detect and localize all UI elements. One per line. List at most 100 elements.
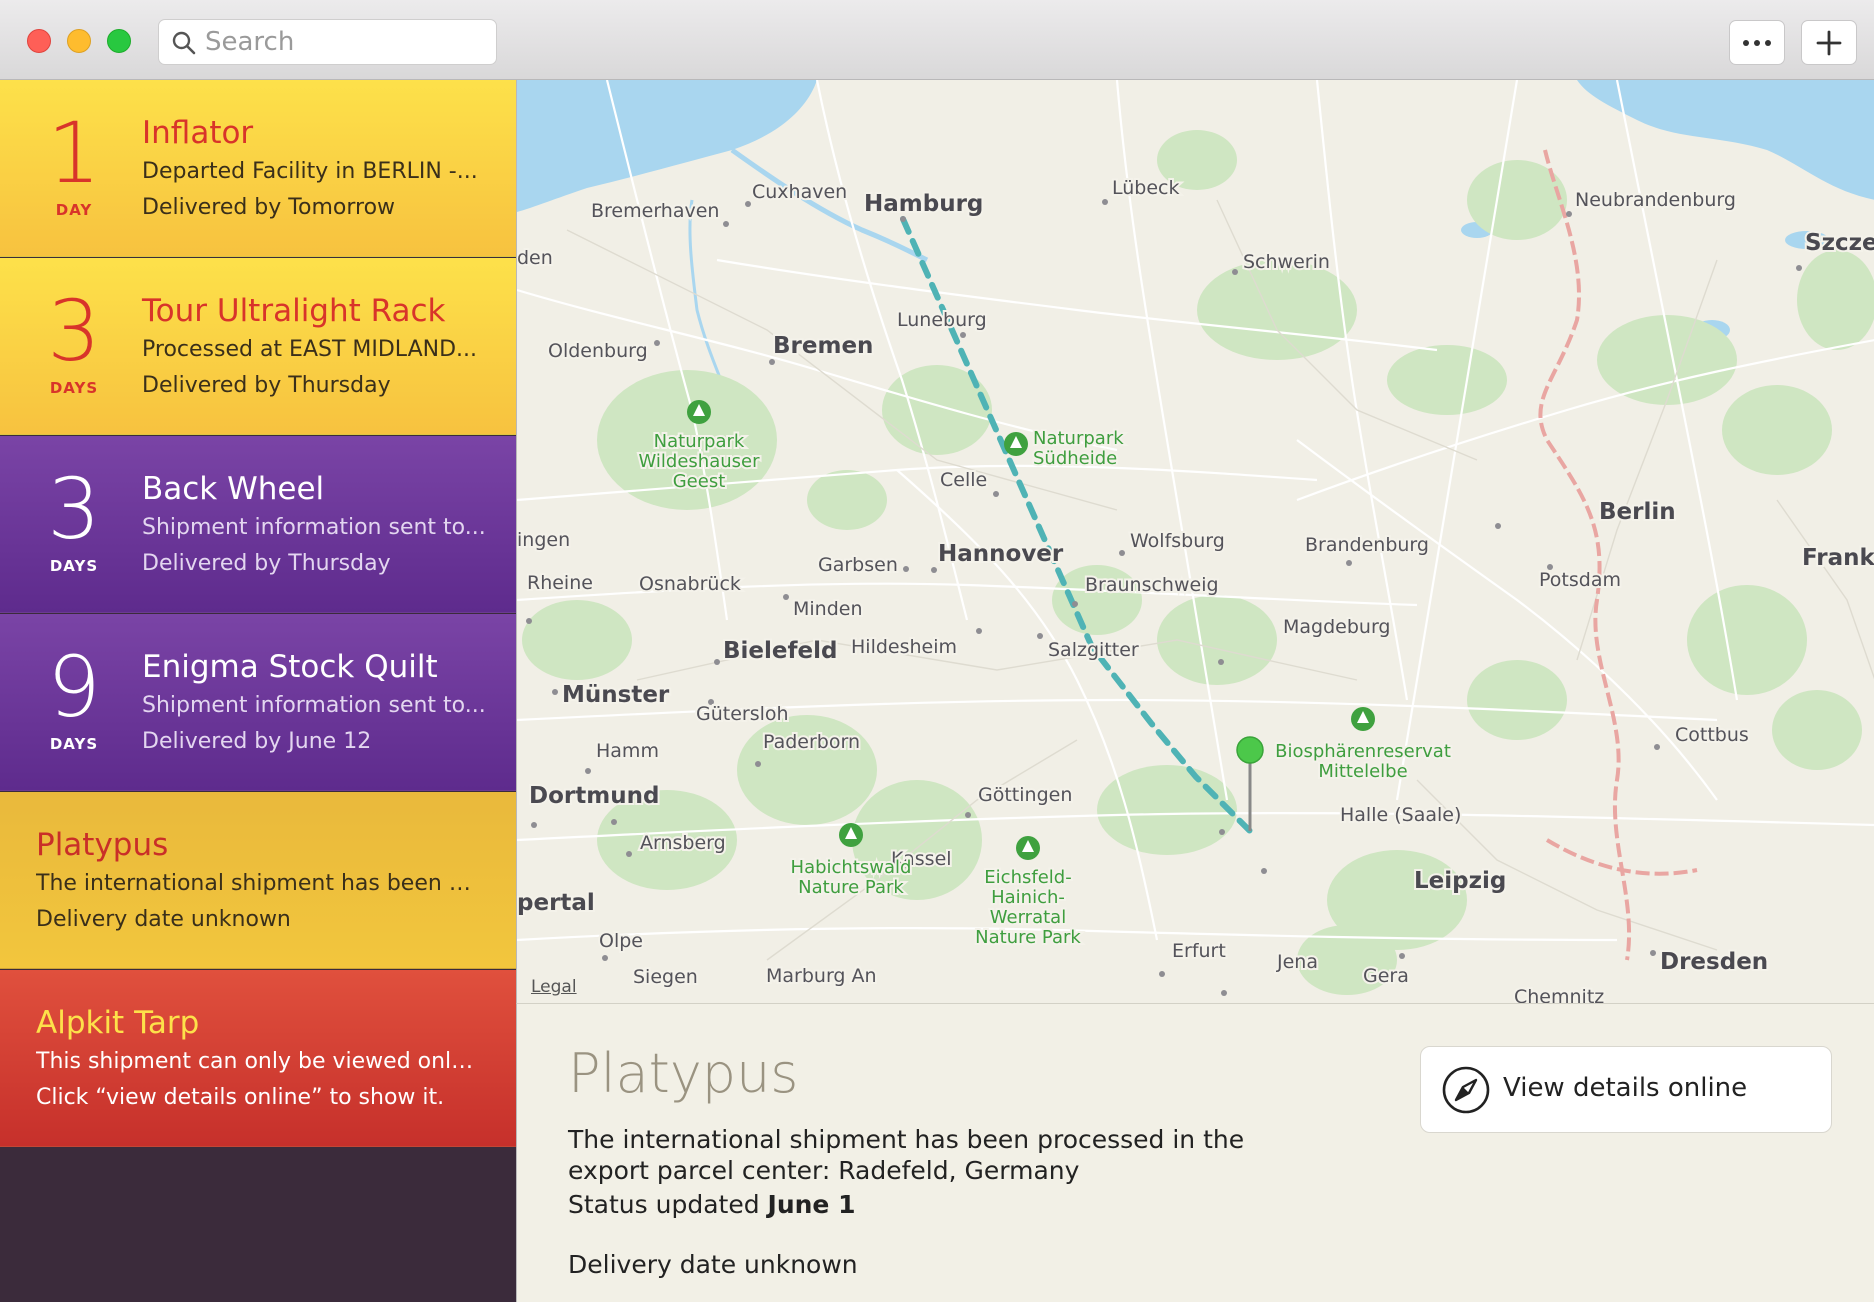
city-label: Hannover: [938, 541, 1064, 567]
city-label: ingen: [517, 529, 570, 551]
delivery-title: Inflator: [142, 115, 254, 151]
park-label: Wildeshauser: [639, 451, 761, 472]
view-details-label: View details online: [1503, 1073, 1748, 1103]
forest-areas: [522, 130, 1874, 995]
delivery-list: 1 DAY Inflator Departed Facility in BERL…: [0, 80, 516, 1302]
city-label: Olpe: [599, 930, 643, 952]
map-legal-link[interactable]: Legal: [531, 977, 577, 997]
city-label: Schwerin: [1243, 251, 1330, 273]
delivery-estimate: Delivered by Thursday: [142, 371, 492, 401]
title-bar: [0, 0, 1874, 80]
delivery-status: Shipment information sent to...: [142, 515, 486, 540]
delivery-title: Enigma Stock Quilt: [142, 649, 438, 685]
map-canvas[interactable]: Cuxhaven Lübeck Hamburg Schwerin Bremerh…: [517, 80, 1874, 1003]
city-label: Göttingen: [978, 784, 1072, 806]
city-label: Szcze: [1805, 230, 1874, 256]
park-label: Eichsfeld-: [984, 867, 1071, 888]
city-dots: [526, 199, 1802, 996]
close-window-button[interactable]: [27, 29, 51, 53]
city-label: Lübeck: [1112, 177, 1180, 199]
delivery-estimate: Delivery date unknown: [36, 907, 291, 932]
delivery-detail-pane: Platypus The international shipment has …: [516, 1003, 1874, 1302]
search-icon: [172, 31, 196, 55]
compass-icon: [1442, 1066, 1490, 1114]
detail-status-updated: Status updated June 1: [568, 1190, 855, 1219]
detail-status: The international shipment has been proc…: [568, 1125, 1245, 1185]
delivery-title: Tour Ultralight Rack: [142, 293, 446, 329]
days-unit: DAYS: [49, 557, 99, 575]
add-delivery-button[interactable]: [1801, 20, 1857, 65]
delivery-item-inflator[interactable]: 1 DAY Inflator Departed Facility in BERL…: [0, 80, 516, 257]
city-label: Cuxhaven: [752, 181, 847, 203]
route-map[interactable]: Cuxhaven Lübeck Hamburg Schwerin Bremerh…: [516, 80, 1874, 1003]
minimize-window-button[interactable]: [67, 29, 91, 53]
city-label: Hamm: [596, 740, 659, 762]
city-label: den: [517, 247, 553, 269]
days-remaining: 3 DAYS: [0, 258, 148, 435]
days-count: 9: [47, 638, 101, 736]
city-label: Bremerhaven: [591, 200, 719, 222]
city-label: Wolfsburg: [1130, 530, 1225, 552]
delivery-item-platypus[interactable]: Platypus The international shipment has …: [0, 792, 516, 969]
city-label: Luneburg: [897, 309, 987, 331]
delivery-item-enigma-stock-quilt[interactable]: 9 DAYS Enigma Stock Quilt Shipment infor…: [0, 614, 516, 791]
city-label: Frankfu: [1802, 545, 1874, 571]
park-label: Nature Park: [798, 877, 904, 898]
city-label: Leipzig: [1414, 868, 1506, 894]
country-border-south: [1545, 838, 1698, 876]
delivery-prefix: Delivered by: [142, 729, 289, 754]
city-label: Bielefeld: [723, 638, 837, 664]
view-details-online-button[interactable]: View details online: [1420, 1046, 1832, 1133]
delivery-title: Platypus: [36, 827, 169, 863]
zoom-window-button[interactable]: [107, 29, 131, 53]
park-label: Hainich-: [991, 887, 1065, 908]
delivery-item-alpkit-tarp[interactable]: Alpkit Tarp This shipment can only be vi…: [0, 970, 516, 1147]
search-field[interactable]: [158, 19, 497, 65]
city-label: Oldenburg: [548, 340, 648, 362]
country-border: [1538, 149, 1632, 961]
detail-delivery-estimate: Delivery date unknown: [568, 1250, 858, 1279]
city-label: Arnsberg: [640, 832, 726, 854]
city-label: Berlin: [1599, 499, 1676, 525]
delivery-date: Thursday: [288, 373, 391, 398]
city-label: pertal: [517, 890, 595, 916]
days-count: 3: [47, 282, 101, 380]
days-remaining: 3 DAYS: [0, 436, 148, 613]
delivery-date: Tomorrow: [288, 195, 396, 220]
delivery-title: Alpkit Tarp: [36, 1005, 200, 1041]
park-label: Mittelelbe: [1318, 761, 1407, 782]
days-unit: DAYS: [49, 735, 99, 753]
days-count: 1: [47, 104, 101, 202]
delivery-prefix: Delivered by: [142, 373, 289, 398]
city-label: Garbsen: [818, 554, 898, 576]
delivery-status: Processed at EAST MIDLAND...: [142, 337, 477, 362]
plus-icon: [1816, 30, 1842, 55]
location-pin[interactable]: [1236, 736, 1264, 831]
updated-prefix: Status updated: [568, 1190, 768, 1219]
delivery-status: This shipment can only be viewed onli...: [36, 1049, 476, 1074]
search-input[interactable]: [205, 26, 485, 58]
city-label: Hamburg: [864, 191, 983, 217]
park-label: Biosphärenreservat: [1275, 741, 1451, 762]
delivery-item-tour-ultralight-rack[interactable]: 3 DAYS Tour Ultralight Rack Processed at…: [0, 258, 516, 435]
park-label: Werratal: [990, 907, 1066, 928]
city-label: Paderborn: [763, 731, 860, 753]
city-label: Potsdam: [1539, 569, 1621, 591]
delivery-estimate: Delivered by June 12: [142, 727, 492, 757]
days-remaining: 1 DAY: [0, 80, 148, 257]
delivery-item-back-wheel[interactable]: 3 DAYS Back Wheel Shipment information s…: [0, 436, 516, 613]
city-label: Jena: [1276, 951, 1318, 973]
delivery-prefix: Delivered by: [142, 195, 289, 220]
more-button[interactable]: [1729, 20, 1785, 65]
delivery-status: Departed Facility in BERLIN -...: [142, 159, 478, 184]
delivery-estimate: Delivered by Thursday: [142, 549, 492, 579]
park-label: Nature Park: [975, 927, 1081, 948]
app-window: 1 DAY Inflator Departed Facility in BERL…: [0, 0, 1874, 1302]
park-label: Naturpark: [1033, 428, 1124, 449]
city-label: Erfurt: [1172, 940, 1226, 962]
city-label: Chemnitz: [1514, 986, 1604, 1003]
days-unit: DAYS: [49, 379, 99, 397]
city-label: Münster: [562, 682, 670, 708]
city-label: Gera: [1363, 965, 1409, 987]
updated-date: June 1: [767, 1190, 856, 1219]
